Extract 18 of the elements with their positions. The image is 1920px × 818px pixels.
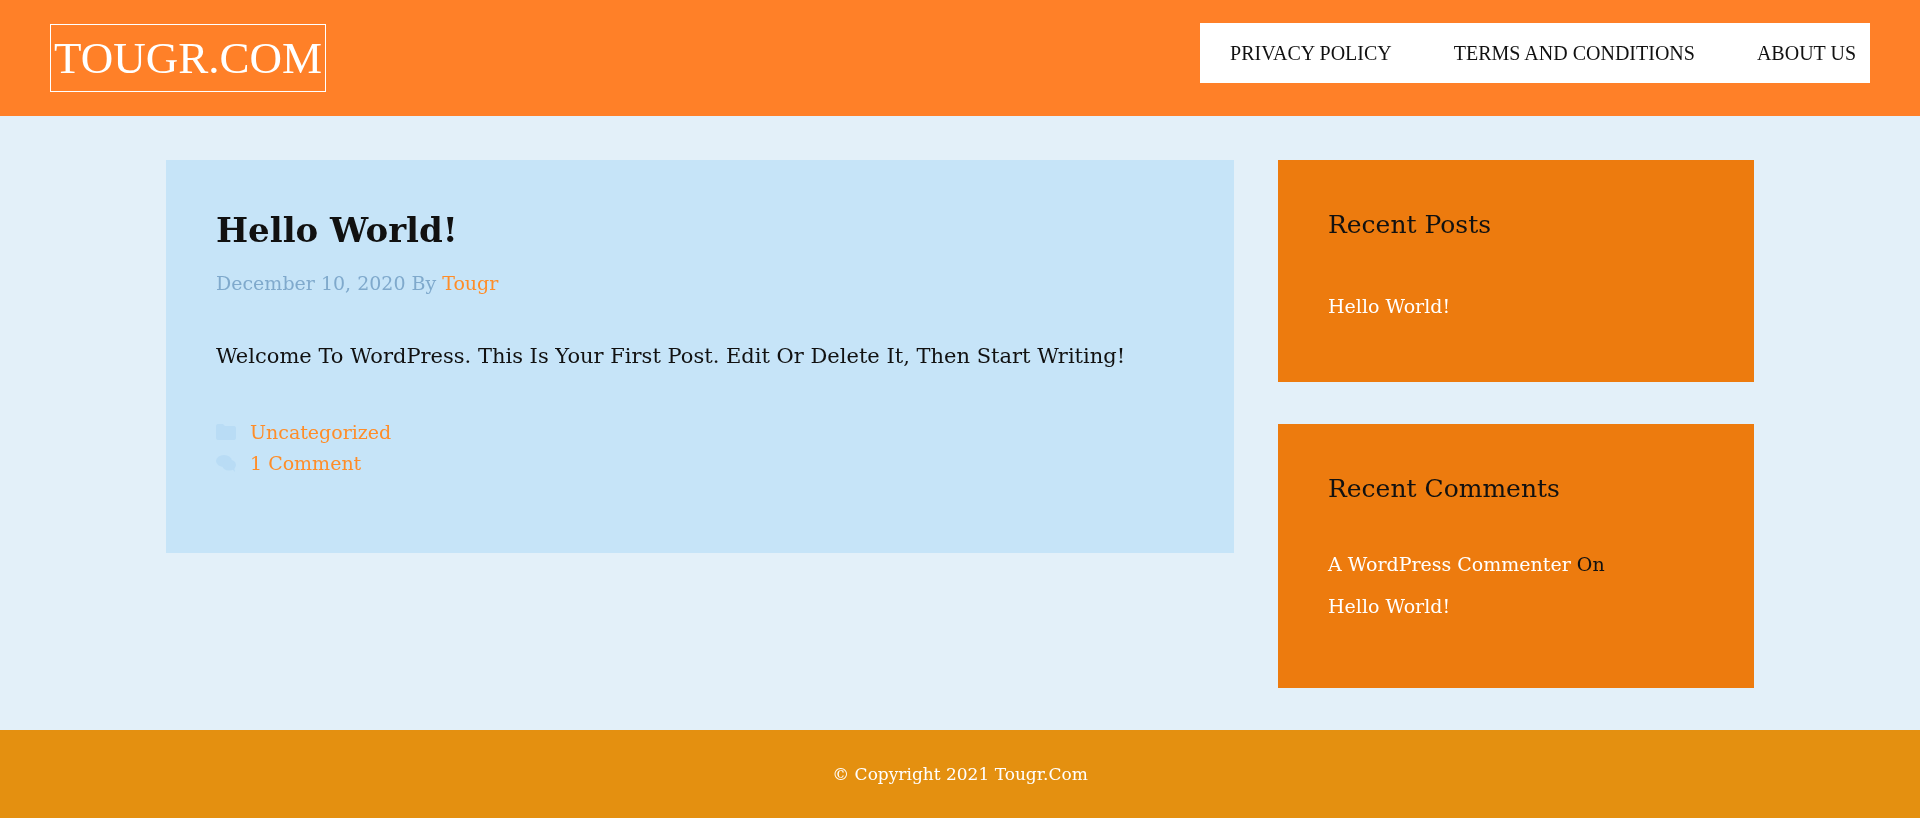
post-title[interactable]: Hello World! [216, 210, 1184, 250]
author-link[interactable]: Tougr [442, 272, 499, 294]
comment-entry: A WordPress Commenter On Hello World! [1328, 552, 1606, 619]
copyright-text: © Copyright 2021 Tougr.Com [832, 764, 1088, 784]
post-link[interactable]: Hello World! [1328, 595, 1451, 617]
post-body: Welcome To WordPress. This Is Your First Post. Edit Or Delete It, Then Start Writing! [216, 344, 1127, 368]
category-link[interactable]: Uncategorized [250, 420, 392, 443]
nav-link[interactable]: ABOUT US [1756, 41, 1856, 65]
nav-link[interactable]: TERMS AND CONDITIONS [1453, 41, 1695, 65]
commenter-link[interactable]: A WordPress Commenter [1328, 553, 1571, 575]
widget-title: Recent Posts [1328, 210, 1493, 239]
widget-title: Recent Comments [1328, 474, 1561, 503]
byline-text: By [411, 272, 437, 294]
site-logo[interactable]: TOUGR.COM [50, 24, 326, 92]
nav-link[interactable]: PRIVACY POLICY [1230, 41, 1392, 65]
post-date: December 10, 2020 [216, 272, 406, 294]
post-link[interactable]: Hello World! [1328, 295, 1451, 317]
comments-link[interactable]: 1 Comment [250, 451, 362, 474]
